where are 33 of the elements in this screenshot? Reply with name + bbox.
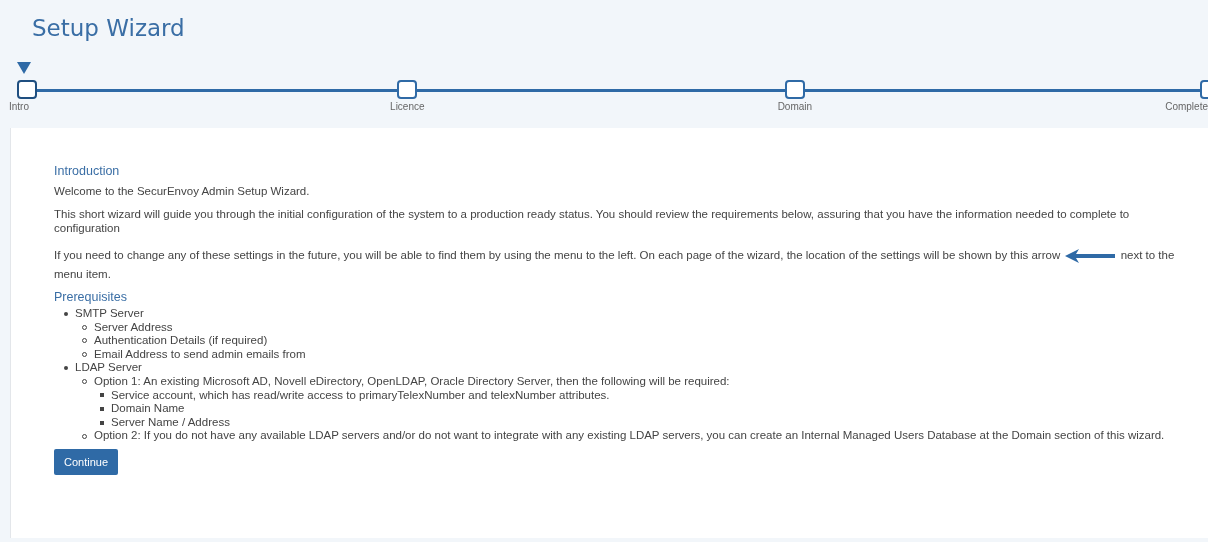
bullet-icon xyxy=(100,406,104,411)
list-item-text: Option 2: If you do not have any available LDAP servers and/or do not want to integrate with any existing LDAP servers, you can create an Internal Managed Users Database at the Domain section of this wizard. xyxy=(94,429,1165,443)
bullet-icon xyxy=(64,366,68,371)
step-node[interactable] xyxy=(397,80,418,99)
step-label: Licence xyxy=(390,101,425,112)
list-item-text: SMTP Server xyxy=(75,307,144,321)
list-item-text: Domain Name xyxy=(111,402,185,416)
list-item-text: LDAP Server xyxy=(75,361,142,375)
list-item-text: Authentication Details (if required) xyxy=(94,334,268,348)
step-label: Complete xyxy=(1165,101,1208,112)
summary-text: This short wizard will guide you through the initial configuration of the system to a production ready status. You should review the requirements below, assuring that you have the information needed to complete to configuration xyxy=(54,207,1131,235)
bullet-icon xyxy=(100,420,104,425)
bullet-icon xyxy=(100,393,104,398)
section-heading: Introduction xyxy=(54,164,121,178)
step-node[interactable] xyxy=(784,80,805,99)
step-label: Domain xyxy=(777,101,813,112)
bullet-icon xyxy=(64,311,68,316)
arrow-left-icon xyxy=(1065,248,1116,263)
settings-note-text: menu item. xyxy=(54,268,111,280)
list-item-text: Option 1: An existing Microsoft AD, Novell eDirectory, OpenLDAP, Oracle Directory Server, then the following will be required: xyxy=(94,374,730,389)
continue-button[interactable]: Continue xyxy=(54,448,119,475)
list-item-text: Service account, which has read/write access to primaryTelexNumber and telexNumber attributes. xyxy=(111,388,610,403)
welcome-text: Welcome to the SecurEnvoy Admin Setup Wizard. xyxy=(54,184,311,198)
page-title: Setup Wizard xyxy=(31,14,186,43)
step-label: Intro xyxy=(9,101,29,112)
list-item-text: Email Address to send admin emails from xyxy=(94,347,306,362)
step-node[interactable] xyxy=(17,80,37,99)
section-heading: Prerequisites xyxy=(54,290,128,304)
current-step-marker-icon xyxy=(17,62,31,74)
settings-note-text: next to the xyxy=(1120,249,1175,261)
list-item-text: Server Address xyxy=(94,320,173,335)
list-item-text: Server Name / Address xyxy=(111,415,230,430)
settings-note-text: If you need to change any of these settings in the future, you will be able to find them by using the menu to the left. On each page of the wizard, the location of the settings will be shown by this arrow xyxy=(54,249,1061,261)
